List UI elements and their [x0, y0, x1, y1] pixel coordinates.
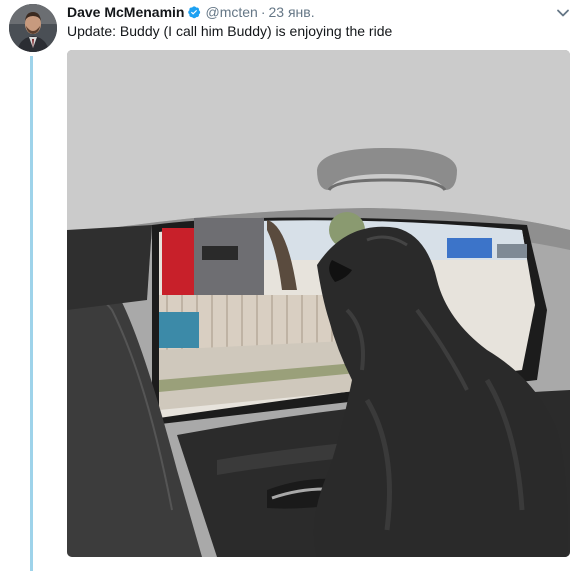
header-separator: ·	[260, 4, 266, 20]
tweet-header: Dave McMenamin @mcten · 23 янв.	[67, 3, 315, 21]
tweet-photo[interactable]	[67, 50, 570, 557]
thread-line	[30, 56, 33, 571]
verified-badge-icon	[187, 5, 201, 19]
author-handle[interactable]: @mcten	[205, 3, 257, 21]
chevron-down-icon[interactable]	[556, 6, 570, 20]
avatar[interactable]	[9, 4, 57, 52]
tweet-date[interactable]: 23 янв.	[269, 3, 315, 21]
author-name[interactable]: Dave McMenamin	[67, 3, 184, 21]
tweet-card: Dave McMenamin @mcten · 23 янв. Update: …	[0, 0, 586, 571]
tweet-text: Update: Buddy (I call him Buddy) is enjo…	[67, 23, 393, 39]
